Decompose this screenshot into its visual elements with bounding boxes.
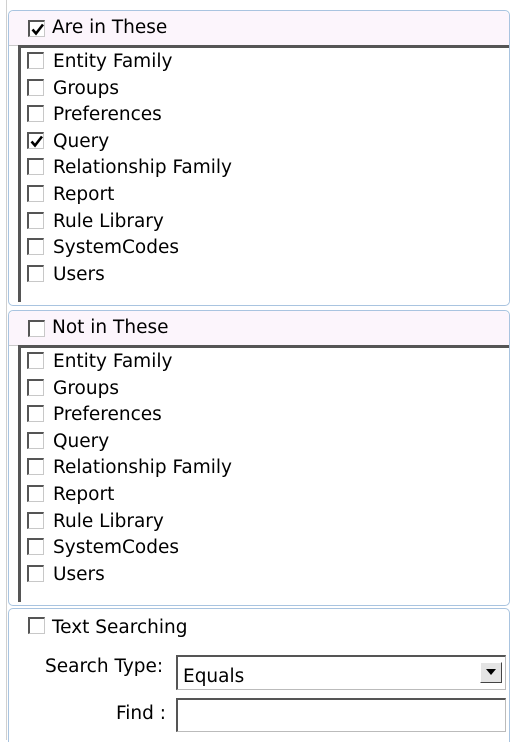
- not-in-these-list-item[interactable]: Report: [21, 482, 509, 508]
- checkmark-icon: [30, 135, 44, 148]
- are-in-these-panel: Are in These Entity Family Groups Preferen…: [8, 10, 510, 306]
- text-searching-label: Text Searching: [52, 617, 188, 638]
- not-in-these-list-item[interactable]: Rule Library: [21, 509, 509, 535]
- are-in-these-item-label: Query: [53, 130, 110, 152]
- are-in-these-label: Are in These: [52, 17, 168, 38]
- not-in-these-item-checkbox[interactable]: [27, 378, 44, 396]
- not-in-these-item-label: Relationship Family: [53, 457, 232, 479]
- are-in-these-list-item[interactable]: Rule Library: [21, 209, 509, 235]
- not-in-these-list[interactable]: Entity Family Groups Preferences Query Relat…: [18, 345, 509, 602]
- not-in-these-item-checkbox[interactable]: [27, 564, 44, 582]
- text-searching-checkbox[interactable]: [28, 617, 45, 634]
- are-in-these-item-label: Entity Family: [53, 51, 173, 72]
- not-in-these-list-item[interactable]: Groups: [21, 376, 509, 402]
- are-in-these-list[interactable]: Entity Family Groups Preferences Query Relat…: [18, 45, 509, 302]
- not-in-these-item-label: Query: [53, 430, 110, 452]
- not-in-these-item-label: Users: [53, 563, 105, 585]
- search-type-label: Search Type:: [45, 656, 164, 677]
- not-in-these-list-item[interactable]: Users: [21, 562, 509, 588]
- are-in-these-item-label: SystemCodes: [53, 237, 179, 259]
- dropdown-arrow-icon: [486, 669, 496, 675]
- not-in-these-item-checkbox[interactable]: [27, 352, 44, 369]
- not-in-these-list-item[interactable]: Entity Family: [21, 349, 509, 375]
- are-in-these-item-checkbox[interactable]: [27, 105, 44, 123]
- are-in-these-item-label: Report: [53, 184, 115, 205]
- not-in-these-item-label: Preferences: [53, 404, 162, 426]
- not-in-these-item-checkbox[interactable]: [27, 485, 44, 502]
- not-in-these-header: Not in These: [9, 311, 509, 346]
- not-in-these-item-checkbox[interactable]: [27, 511, 44, 529]
- are-in-these-list-item[interactable]: SystemCodes: [21, 235, 509, 261]
- not-in-these-item-checkbox[interactable]: [27, 538, 44, 556]
- are-in-these-item-checkbox[interactable]: [27, 158, 44, 176]
- left-border-strip: [0, 0, 7, 740]
- are-in-these-item-checkbox[interactable]: [27, 52, 44, 69]
- are-in-these-list-item[interactable]: Groups: [21, 76, 509, 102]
- find-input[interactable]: [176, 698, 506, 732]
- are-in-these-list-item[interactable]: Entity Family: [21, 49, 509, 75]
- are-in-these-header: Are in These: [9, 11, 509, 46]
- not-in-these-list-item[interactable]: Query: [21, 429, 509, 455]
- are-in-these-item-label: Preferences: [53, 104, 162, 126]
- are-in-these-item-checkbox[interactable]: [27, 131, 44, 149]
- are-in-these-item-label: Users: [53, 263, 105, 285]
- not-in-these-item-checkbox[interactable]: [27, 458, 44, 476]
- are-in-these-item-checkbox[interactable]: [27, 238, 44, 256]
- not-in-these-item-checkbox[interactable]: [27, 405, 44, 423]
- are-in-these-list-item[interactable]: Query: [21, 129, 509, 155]
- not-in-these-item-label: SystemCodes: [53, 537, 179, 559]
- are-in-these-item-checkbox[interactable]: [27, 185, 44, 202]
- are-in-these-list-item[interactable]: Preferences: [21, 102, 509, 128]
- not-in-these-item-checkbox[interactable]: [27, 431, 44, 449]
- search-type-value: Equals: [183, 666, 245, 687]
- not-in-these-list-item[interactable]: Preferences: [21, 402, 509, 428]
- are-in-these-list-item[interactable]: Users: [21, 262, 509, 288]
- are-in-these-list-item[interactable]: Relationship Family: [21, 155, 509, 181]
- are-in-these-item-label: Rule Library: [53, 210, 164, 232]
- not-in-these-panel: Not in These Entity Family Groups Preferen…: [8, 310, 510, 606]
- find-label: Find :: [116, 703, 167, 724]
- are-in-these-item-checkbox[interactable]: [27, 211, 44, 229]
- not-in-these-item-label: Rule Library: [53, 510, 164, 532]
- are-in-these-item-label: Relationship Family: [53, 157, 232, 179]
- not-in-these-list-item[interactable]: SystemCodes: [21, 535, 509, 561]
- not-in-these-label: Not in These: [52, 317, 169, 338]
- not-in-these-item-label: Report: [53, 484, 115, 505]
- not-in-these-item-label: Groups: [53, 377, 119, 399]
- not-in-these-checkbox[interactable]: [28, 320, 45, 337]
- are-in-these-checkbox[interactable]: [28, 20, 45, 37]
- are-in-these-item-checkbox[interactable]: [27, 264, 44, 282]
- checkmark-icon: [31, 23, 45, 36]
- are-in-these-list-item[interactable]: Report: [21, 182, 509, 208]
- not-in-these-list-item[interactable]: Relationship Family: [21, 455, 509, 481]
- are-in-these-item-checkbox[interactable]: [27, 78, 44, 96]
- search-type-select[interactable]: Equals: [176, 655, 506, 690]
- are-in-these-item-label: Groups: [53, 77, 119, 99]
- search-type-dropdown-button[interactable]: [480, 662, 502, 683]
- not-in-these-item-label: Entity Family: [53, 351, 173, 372]
